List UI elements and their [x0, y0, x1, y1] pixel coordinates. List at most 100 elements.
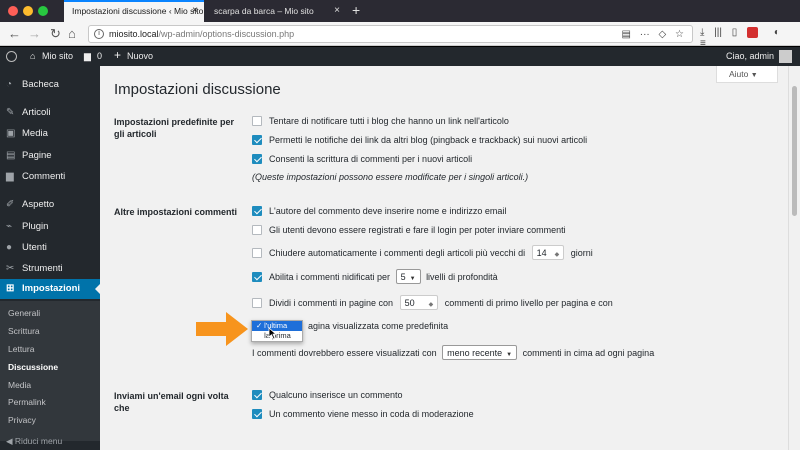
- submenu-item-privacy[interactable]: Privacy: [8, 415, 36, 425]
- account-greeting[interactable]: Ciao, admin: [726, 51, 774, 61]
- page-title: Impostazioni discussione: [114, 81, 281, 98]
- sidebar-item-articoli[interactable]: ✎ Articoli: [0, 103, 100, 123]
- stepper-icon[interactable]: ◆: [555, 252, 560, 258]
- submenu-item-discussione[interactable]: Discussione: [8, 362, 58, 372]
- sidebar-item-commenti[interactable]: ▆ Commenti: [0, 167, 100, 187]
- tab-close-icon[interactable]: ×: [192, 5, 198, 16]
- sidebar-item-plugin[interactable]: ⌁ Plugin: [0, 217, 100, 237]
- option-row: Dividi i commenti in pagine con 50 ◆ comm…: [252, 295, 613, 311]
- more-icon[interactable]: ···: [640, 29, 650, 40]
- checkbox-email-new-comment[interactable]: [252, 389, 262, 400]
- thread-depth-select[interactable]: 5 ▼: [395, 269, 421, 284]
- help-button[interactable]: Aiuto ▼: [716, 66, 778, 83]
- tab-active[interactable]: Impostazioni discussione ‹ Mio sito ×: [64, 0, 204, 22]
- input-value: 50: [404, 298, 415, 308]
- info-icon[interactable]: i: [94, 29, 104, 39]
- option-label: Un commento viene messo in coda di moder…: [269, 409, 474, 419]
- avatar[interactable]: [779, 50, 792, 63]
- stepper-icon[interactable]: ◆: [429, 302, 434, 308]
- checkbox-notify-blogs[interactable]: [252, 115, 262, 126]
- checkbox-require-registration[interactable]: [252, 224, 262, 235]
- wordpress-logo-icon[interactable]: [6, 51, 17, 62]
- submenu-item-lettura[interactable]: Lettura: [8, 344, 34, 354]
- checkbox-allow-comments[interactable]: [252, 153, 262, 164]
- section-label-default-article-settings: Impostazioni predefinite per gli articol…: [114, 117, 235, 139]
- bookmark-star-icon[interactable]: ☆: [675, 29, 684, 40]
- url-host: miosito.local: [109, 29, 159, 39]
- sidebar-item-pagine[interactable]: ▤ Pagine: [0, 146, 100, 166]
- pocket-icon[interactable]: ◇: [659, 29, 667, 40]
- home-icon[interactable]: ⌂: [68, 26, 76, 41]
- back-icon[interactable]: ←: [8, 26, 21, 41]
- option-label: Permetti le notifiche dei link da altri …: [269, 135, 588, 145]
- sidebar-item-utenti[interactable]: ● Utenti: [0, 238, 100, 258]
- option-row: Permetti le notifiche dei link da altri …: [252, 134, 588, 146]
- select-value: 5: [400, 272, 406, 282]
- new-tab-icon[interactable]: +: [352, 2, 360, 18]
- admin-sidebar: ◔ Bacheca ✎ Articoli ▣ Media ▤ Pagine ▆ …: [0, 66, 100, 450]
- browser-navbar: ← → ↻ ⌂ i miosito.local/wp-admin/options…: [0, 22, 800, 49]
- option-label: livelli di profondità: [426, 271, 498, 282]
- url-bar[interactable]: i miosito.local/wp-admin/options-discuss…: [88, 25, 693, 43]
- submenu-item-media[interactable]: Media: [8, 380, 31, 390]
- pin-icon: ✎: [6, 107, 15, 118]
- sidebar-icon[interactable]: ▯: [732, 27, 738, 38]
- close-comments-days-input[interactable]: 14 ◆: [531, 245, 565, 260]
- submenu-item-generali[interactable]: Generali: [8, 308, 40, 318]
- checkbox-require-name-email[interactable]: [252, 205, 262, 216]
- scrollbar-thumb[interactable]: [792, 86, 797, 216]
- forward-icon[interactable]: →: [28, 26, 41, 41]
- reader-icon[interactable]: ▤: [622, 29, 631, 40]
- submenu-item-permalink[interactable]: Permalink: [8, 397, 46, 407]
- checkbox-allow-pingbacks[interactable]: [252, 134, 262, 145]
- wrench-icon: ✂: [6, 263, 15, 274]
- default-page-dropdown[interactable]: ✓ l'ultima la prima: [251, 320, 303, 342]
- sidebar-item-strumenti[interactable]: ✂ Strumenti: [0, 259, 100, 279]
- window-maximize-button[interactable]: [38, 6, 48, 16]
- page-scrollbar[interactable]: [788, 66, 800, 450]
- collapse-label: Riduci menu: [14, 436, 63, 446]
- comment-icon[interactable]: ▆: [84, 51, 91, 62]
- option-row: Consenti la scrittura di commenti per i …: [252, 153, 473, 165]
- checkbox-threaded-comments[interactable]: [252, 271, 262, 282]
- page-icon: ▤: [6, 150, 16, 161]
- sidebar-item-aspetto[interactable]: ✐ Aspetto: [0, 195, 100, 215]
- sidebar-item-label: Articoli: [22, 107, 51, 118]
- browser-tabbar: Impostazioni discussione ‹ Mio sito × sc…: [0, 0, 800, 22]
- sidebar-item-bacheca[interactable]: ◔ Bacheca: [0, 75, 100, 95]
- option-label: Tentare di notificare tutti i blog che h…: [269, 116, 509, 126]
- sidebar-item-impostazioni[interactable]: ⊞ Impostazioni: [0, 279, 100, 299]
- sidebar-item-label: Plugin: [22, 221, 49, 232]
- plugin-icon: ⌁: [6, 221, 13, 232]
- checkbox-email-moderation[interactable]: [252, 408, 262, 419]
- reload-icon[interactable]: ↻: [50, 26, 61, 42]
- checkbox-close-comments[interactable]: [252, 247, 262, 258]
- mouse-cursor-icon: [268, 327, 277, 340]
- window-minimize-button[interactable]: [23, 6, 33, 16]
- extension-icon[interactable]: [747, 27, 759, 38]
- collapse-menu-button[interactable]: ◀ Riduci menu: [6, 436, 62, 447]
- option-label: Consenti la scrittura di commenti per i …: [269, 154, 473, 164]
- site-name-link[interactable]: Mio sito: [42, 51, 73, 61]
- dropdown-option-first[interactable]: la prima: [252, 331, 302, 341]
- download-icon[interactable]: ⤓: [700, 27, 704, 38]
- option-label: giorni: [570, 247, 593, 258]
- comments-per-page-input[interactable]: 50 ◆: [399, 295, 439, 310]
- tab-inactive[interactable]: scarpa da barca – Mio sito ×: [206, 0, 346, 22]
- library-icon[interactable]: |||: [714, 27, 722, 38]
- option-row: agina visualizzata come predefinita: [308, 321, 448, 331]
- comments-count[interactable]: 0: [97, 51, 102, 61]
- url-path: /wp-admin/options-discussion.php: [158, 29, 295, 39]
- tab-close-icon[interactable]: ×: [334, 5, 340, 16]
- dropdown-option-last[interactable]: ✓ l'ultima: [252, 321, 302, 331]
- window-close-button[interactable]: [8, 6, 18, 16]
- submenu-item-scrittura[interactable]: Scrittura: [8, 326, 40, 336]
- option-label: Chiudere automaticamente i commenti degl…: [269, 247, 526, 258]
- checkbox-page-comments[interactable]: [252, 297, 262, 308]
- new-content-link[interactable]: Nuovo: [127, 51, 153, 61]
- option-label: agina visualizzata come predefinita: [308, 321, 449, 331]
- option-label: I commenti dovrebbero essere visualizzat…: [252, 347, 437, 358]
- comment-order-select[interactable]: meno recente ▼: [442, 345, 518, 360]
- sidebar-item-media[interactable]: ▣ Media: [0, 124, 100, 144]
- addon-icon[interactable]: ◐: [774, 27, 780, 38]
